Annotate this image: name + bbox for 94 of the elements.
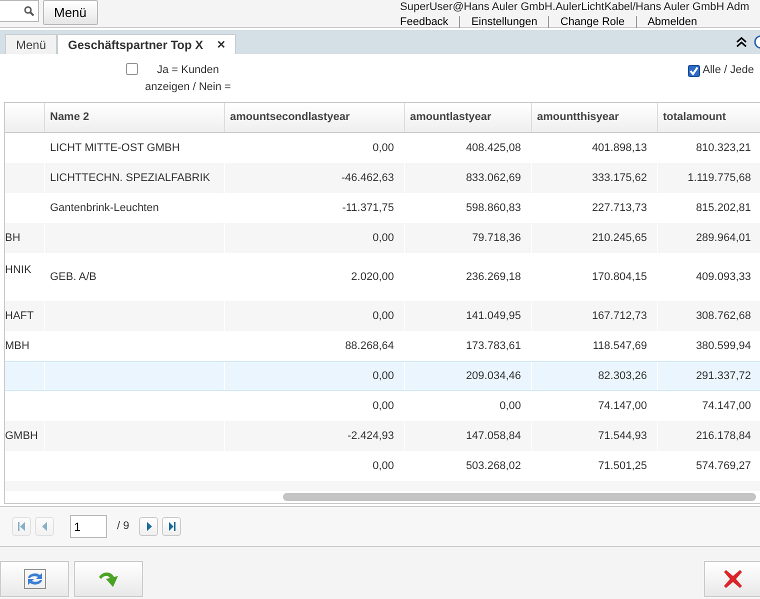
table-cell-text: 118.547,69	[592, 338, 647, 354]
table-cell-text: 74.147,00	[702, 398, 751, 414]
table-cell-text: 88.268,64	[345, 338, 394, 354]
table-cell-text: MBH	[5, 338, 30, 354]
collapse-icon[interactable]	[736, 37, 747, 47]
forward-button[interactable]	[74, 561, 143, 597]
user-info: SuperUser@Hans Auler GmbH.AulerLichtKabel/Hans Auler GmbH Adm	[400, 1, 750, 13]
table-cell-text: 503.268,02	[466, 458, 521, 474]
table-cell-text: GEB. A/B	[50, 270, 96, 285]
table-cell-text: 216.178,84	[696, 428, 751, 444]
table-cell-text: 173.783,61	[466, 338, 521, 354]
table-cell-text: 2.020,00	[351, 270, 394, 285]
cancel-button[interactable]	[704, 561, 760, 597]
checkbox[interactable]	[688, 65, 700, 77]
table-cell-text: 71.501,25	[598, 458, 647, 474]
tab[interactable]: Geschäftspartner Top X ×	[57, 34, 236, 54]
table-cell-text: 0,00	[372, 308, 394, 324]
column-header[interactable]: Name 2	[44, 103, 224, 132]
close-button[interactable]: ×	[217, 34, 226, 55]
table-cell-text: 0,00	[372, 140, 394, 156]
table-cell-text: 598.860,83	[466, 200, 521, 216]
column-header[interactable]: totalamount	[657, 103, 760, 132]
scrollbar[interactable]	[283, 493, 756, 501]
next-icon	[144, 522, 153, 531]
table-cell-text: LICHT MITTE-OST GMBH	[50, 140, 180, 156]
filter-label: Ja = Kunden anzeigen / Nein =	[144, 63, 232, 95]
table-cell-text: 308.762,68	[696, 308, 751, 324]
previous-icon	[40, 522, 48, 531]
table-cell-text: 79.718,36	[472, 230, 521, 246]
pager-button[interactable]	[162, 517, 182, 536]
table-cell-text: -2.424,93	[348, 428, 394, 444]
table-cell-text: 209.034,46	[466, 368, 521, 384]
table-cell-text: 574.769,27	[696, 458, 751, 474]
tab[interactable]: Menü	[5, 34, 58, 54]
table-cell-text: 210.245,65	[592, 230, 647, 246]
header-link[interactable]: Feedback	[400, 16, 460, 28]
table-cell-text: 333.175,62	[592, 170, 647, 186]
table-cell-text: 810.323,21	[696, 140, 751, 156]
pager-button[interactable]	[139, 517, 158, 536]
column-header[interactable]: amountlastyear	[404, 103, 531, 132]
table-row[interactable]: HAFT 0,00 141.049,95 167.712,73 308.762,68	[5, 301, 760, 331]
page-count: / 9	[117, 519, 130, 534]
table-cell-text: 1.119.775,68	[688, 170, 751, 186]
table-cell-text: 227.713,73	[592, 200, 647, 216]
table-cell-text: 0,00	[372, 368, 394, 384]
table-cell-text: 236.269,18	[466, 270, 521, 285]
table-cell-text: 170.804,15	[592, 270, 647, 285]
menu-button[interactable]: Menü	[43, 0, 98, 25]
table-cell-text: 401.898,13	[592, 140, 647, 156]
table-cell-text: HNIK	[5, 263, 32, 278]
column-header[interactable]: amountthisyear	[531, 103, 657, 132]
table-cell-text: 0,00	[372, 398, 394, 414]
table-cell-text: HAFT	[5, 308, 34, 324]
table-cell-text: 815.202,81	[696, 200, 751, 216]
header-link[interactable]: Abmelden	[636, 16, 708, 28]
column-header[interactable]: amountsecondlastyear	[224, 103, 404, 132]
table-cell-text: 380.599,94	[696, 338, 751, 354]
table-cell-text: 408.425,08	[466, 140, 521, 156]
table-cell-text: Gantenbrink-Leuchten	[50, 200, 159, 216]
table-cell-text: 147.058,84	[466, 428, 521, 444]
search-icon	[24, 6, 34, 16]
page-field[interactable]: 1	[70, 515, 107, 538]
refresh-icon	[24, 569, 46, 589]
refresh-button[interactable]	[0, 561, 69, 597]
table-cell-text: 0,00	[372, 230, 394, 246]
first-page-icon	[18, 522, 26, 531]
table-cell-text: -46.462,63	[341, 170, 394, 186]
table-cell-text: 71.544,93	[598, 428, 647, 444]
table-cell-text: GMBH	[5, 428, 38, 444]
filter-label: Alle / Jede	[702, 63, 754, 78]
search-field[interactable]	[0, 0, 39, 22]
table-cell-text: 0,00	[372, 458, 394, 474]
table-cell-text: 74.147,00	[598, 398, 647, 414]
checkbox[interactable]	[126, 63, 138, 75]
table-cell-text: LICHTTECHN. SPEZIALFABRIK	[50, 170, 210, 186]
table-cell-text: 82.303,26	[598, 368, 647, 384]
table-cell-text: 0,00	[500, 398, 521, 414]
header-link[interactable]: Einstellungen	[459, 16, 548, 28]
cross-icon	[722, 569, 742, 589]
header-link[interactable]: Change Role	[548, 16, 636, 28]
table-row[interactable]: LICHTTECHN. SPEZIALFABRIK -46.462,63 833.062,69 333.175,62 1.119.775,68	[5, 163, 760, 193]
table-cell-text: 409.093,33	[696, 270, 751, 285]
table-cell-text: 289.964,01	[696, 230, 751, 246]
table-row[interactable]: GMBH -2.424,93 147.058,84 71.544,93 216.178,84	[5, 421, 760, 451]
table-cell-text: 833.062,69	[466, 170, 521, 186]
table-cell-text: -11.371,75	[342, 200, 394, 216]
table-row[interactable]: BH 0,00 79.718,36 210.245,65 289.964,01	[5, 223, 760, 253]
table-cell-text: BH	[5, 230, 20, 246]
table-cell-text: 167.712,73	[592, 308, 647, 324]
table-cell-text: 141.049,95	[466, 308, 521, 324]
last-page-icon	[168, 522, 176, 531]
table-cell-text: 291.337,72	[696, 368, 751, 384]
curved-arrow-icon	[96, 570, 120, 588]
table-row[interactable]: 0,00 209.034,46 82.303,26 291.337,72	[5, 361, 760, 391]
